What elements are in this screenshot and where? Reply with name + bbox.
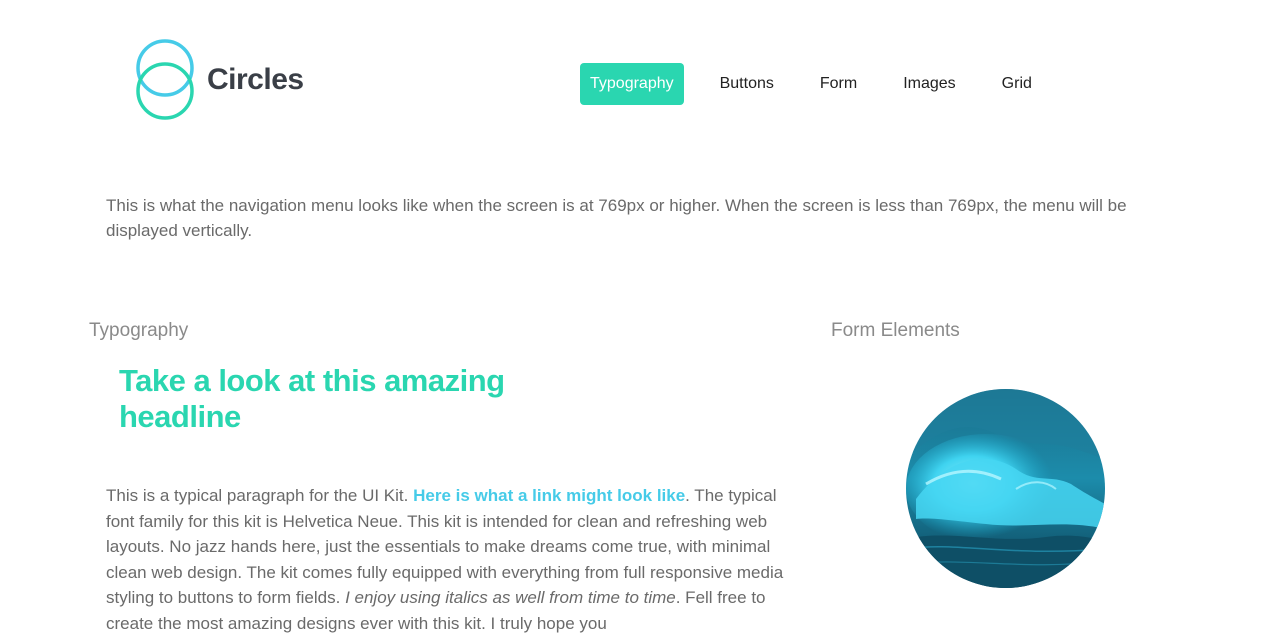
form-elements-section-heading: Form Elements [831,320,960,341]
headline: Take a look at this amazing headline [119,363,505,434]
nav-item-typography[interactable]: Typography [580,63,684,105]
nav-item-grid[interactable]: Grid [992,63,1042,105]
paragraph-italic-text: I enjoy using italics as well from time … [345,588,676,607]
page: Circles Typography Buttons Form Images G… [0,0,1270,637]
intro-text: This is what the navigation menu looks l… [106,196,1127,240]
circles-logo-icon [136,39,194,120]
typography-paragraph: This is a typical paragraph for the UI K… [106,483,796,636]
ocean-wave-image [906,389,1105,588]
typography-section-heading: Typography [89,320,189,341]
brand-logo[interactable]: Circles [135,38,304,122]
sample-link[interactable]: Here is what a link might look like [413,486,685,505]
paragraph-text-start: This is a typical paragraph for the UI K… [106,486,414,505]
nav-item-form[interactable]: Form [810,63,867,105]
brand-name: Circles [207,63,304,96]
nav-item-buttons[interactable]: Buttons [710,63,784,105]
main-nav: Typography Buttons Form Images Grid [580,63,1068,105]
nav-item-images[interactable]: Images [893,63,965,105]
